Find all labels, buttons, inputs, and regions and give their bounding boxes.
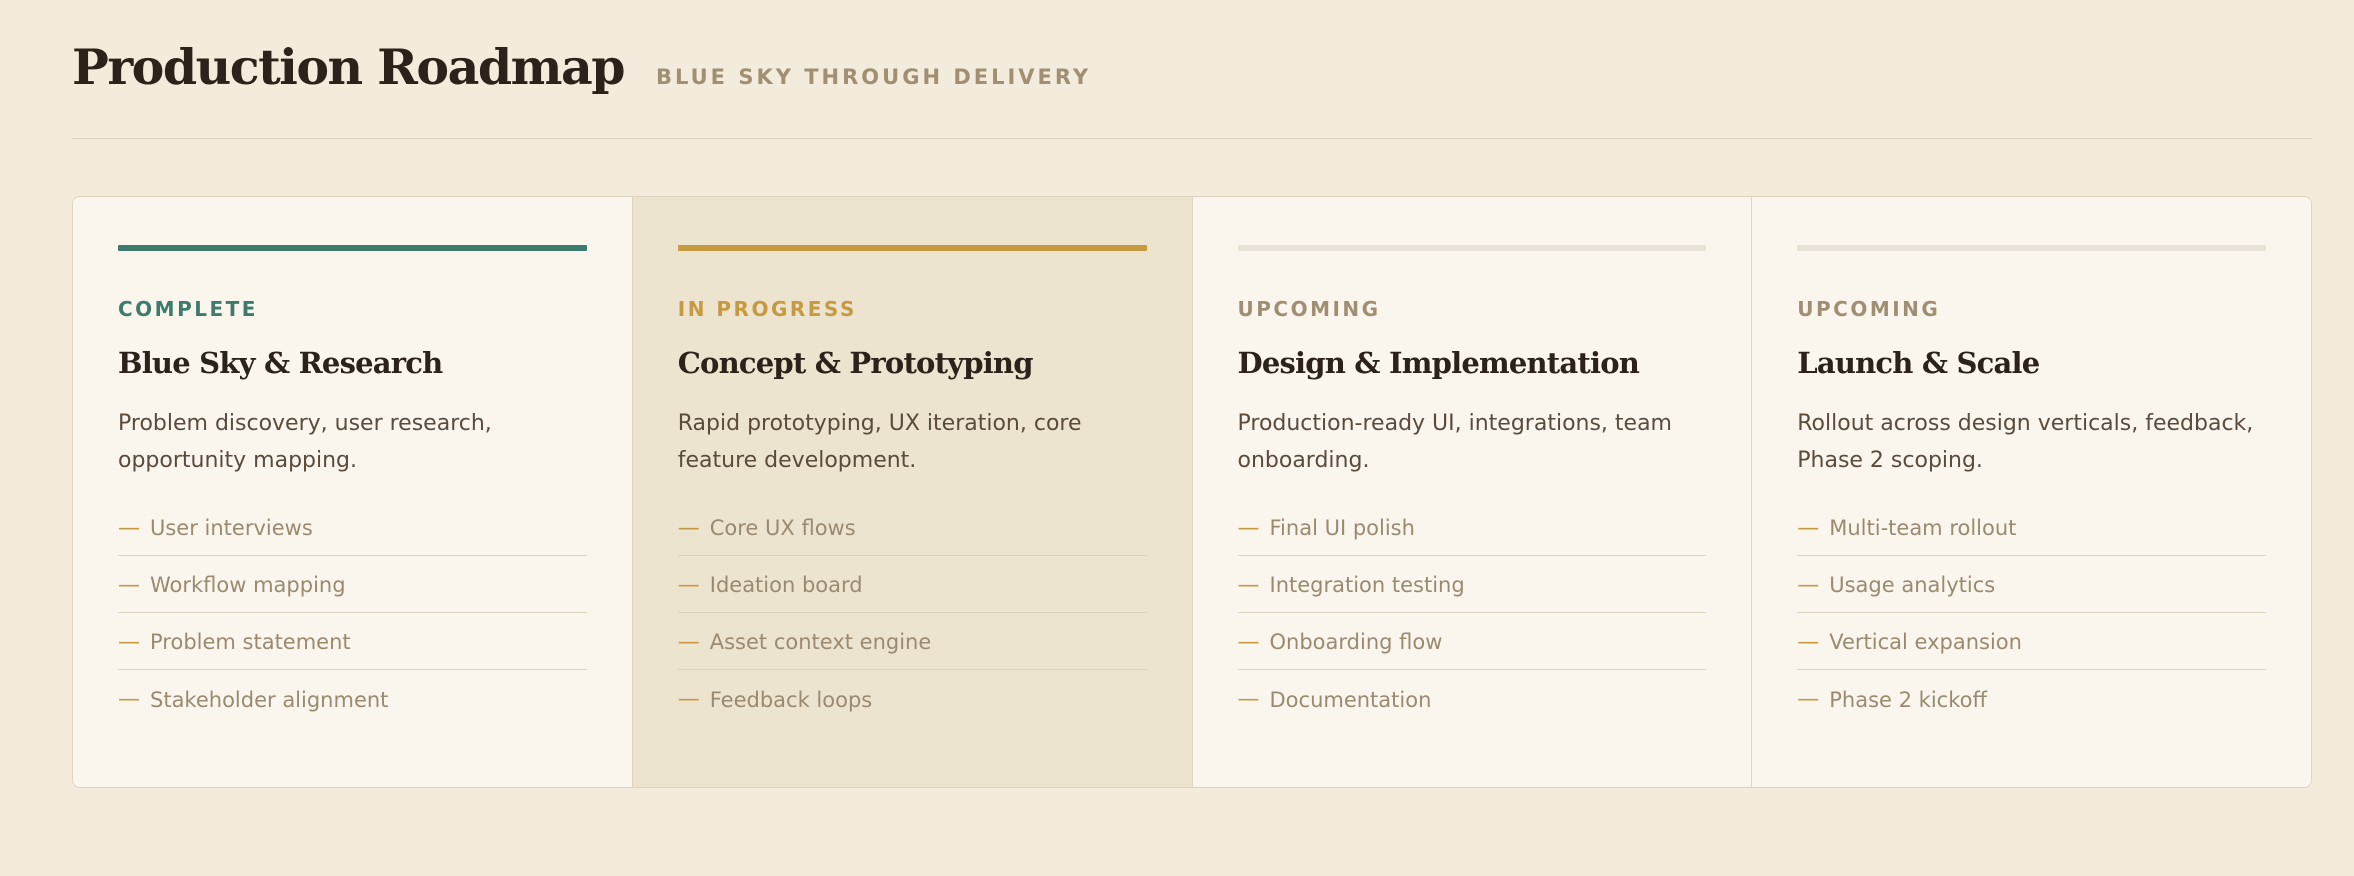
dash-icon: — — [118, 515, 140, 541]
phase-description: Rollout across design verticals, feedbac… — [1797, 411, 2254, 473]
phase-status-label: COMPLETE — [118, 297, 258, 321]
dash-icon: — — [1797, 629, 1820, 655]
header-divider — [72, 138, 2312, 139]
phase-column: COMPLETE Blue Sky & Research Problem dis… — [73, 197, 633, 787]
task-item: — User interviews — [118, 499, 587, 556]
phase-description: Production-ready UI, integrations, team … — [1237, 411, 1673, 473]
phase-progress-bar — [1237, 245, 1707, 251]
task-label: Ideation board — [709, 573, 863, 597]
task-item: — Integration testing — [1237, 556, 1707, 613]
phase-status-label: IN PROGRESS — [677, 297, 857, 321]
task-item: — Usage analytics — [1797, 556, 2266, 613]
task-label: Documentation — [1269, 687, 1432, 712]
task-item: — Final UI polish — [1237, 499, 1707, 556]
task-item: — Multi-team rollout — [1797, 499, 2266, 556]
dash-icon: — — [677, 572, 700, 598]
task-item: — Asset context engine — [677, 613, 1147, 670]
task-label: Multi-team rollout — [1829, 516, 2017, 540]
task-label: Final UI polish — [1269, 516, 1415, 540]
phase-title: Design & Implementation — [1237, 346, 1640, 380]
task-list: — Final UI polish — Integration testing — O… — [1237, 499, 1707, 727]
phase-column: IN PROGRESS Concept & Prototyping Rapid … — [632, 197, 1193, 787]
task-label: Vertical expansion — [1829, 630, 2022, 654]
phase-title: Blue Sky & Research — [118, 346, 443, 380]
task-label: Stakeholder alignment — [150, 687, 389, 712]
task-item: — Stakeholder alignment — [118, 670, 587, 727]
task-label: Problem statement — [150, 630, 351, 654]
dash-icon: — — [118, 629, 140, 655]
task-item: — Vertical expansion — [1797, 613, 2266, 670]
dash-icon: — — [1237, 687, 1260, 712]
task-item: — Workflow mapping — [118, 556, 587, 613]
phase-progress-bar — [118, 245, 587, 251]
task-label: Feedback loops — [709, 687, 873, 712]
task-item: — Ideation board — [677, 556, 1147, 613]
task-label: Onboarding flow — [1269, 630, 1443, 654]
task-item: — Feedback loops — [678, 670, 1147, 727]
task-item: — Onboarding flow — [1237, 613, 1707, 670]
phase-status-label: UPCOMING — [1237, 297, 1381, 321]
dash-icon: — — [1237, 572, 1260, 598]
task-list: — Core UX flows — Ideation board — Asset co… — [677, 499, 1147, 727]
task-item: — Documentation — [1238, 670, 1707, 727]
dash-icon: — — [118, 572, 140, 598]
phase-status-label: UPCOMING — [1797, 297, 1941, 321]
page-header: Production Roadmap BLUE SKY THROUGH DELI… — [72, 38, 2312, 98]
task-label: Phase 2 kickoff — [1829, 687, 1987, 712]
dash-icon: — — [1237, 515, 1260, 541]
task-label: Workflow mapping — [150, 573, 346, 597]
dash-icon: — — [1797, 515, 1820, 541]
dash-icon: — — [118, 687, 140, 712]
dash-icon: — — [677, 629, 700, 655]
task-item: — Core UX flows — [677, 499, 1147, 556]
task-label: User interviews — [150, 516, 313, 540]
page-subtitle: BLUE SKY THROUGH DELIVERY — [655, 65, 1092, 89]
phase-progress-bar — [677, 245, 1147, 251]
task-label: Asset context engine — [709, 630, 932, 654]
dash-icon: — — [1797, 572, 1820, 598]
phase-title: Launch & Scale — [1797, 346, 2040, 380]
phase-column: UPCOMING Design & Implementation Product… — [1192, 197, 1753, 787]
task-label: Usage analytics — [1829, 573, 1996, 597]
task-label: Core UX flows — [709, 516, 856, 540]
dash-icon: — — [1797, 687, 1820, 712]
phase-title: Concept & Prototyping — [677, 346, 1034, 380]
roadmap-board: COMPLETE Blue Sky & Research Problem dis… — [72, 196, 2312, 788]
task-list: — User interviews — Workflow mapping — Prob… — [118, 499, 587, 727]
page-title: Production Roadmap — [72, 38, 625, 96]
phase-description: Rapid prototyping, UX iteration, core fe… — [677, 411, 1082, 473]
dash-icon: — — [677, 515, 700, 541]
task-label: Integration testing — [1269, 573, 1465, 597]
phase-column: UPCOMING Launch & Scale Rollout across d… — [1752, 197, 2311, 787]
phase-progress-bar — [1797, 245, 2266, 251]
dash-icon: — — [1237, 629, 1260, 655]
task-list: — Multi-team rollout — Usage analytics — Ve… — [1797, 499, 2266, 727]
dash-icon: — — [677, 687, 700, 712]
task-item: — Problem statement — [118, 613, 587, 670]
phase-description: Problem discovery, user research, opport… — [118, 411, 492, 473]
task-item: — Phase 2 kickoff — [1797, 670, 2266, 727]
